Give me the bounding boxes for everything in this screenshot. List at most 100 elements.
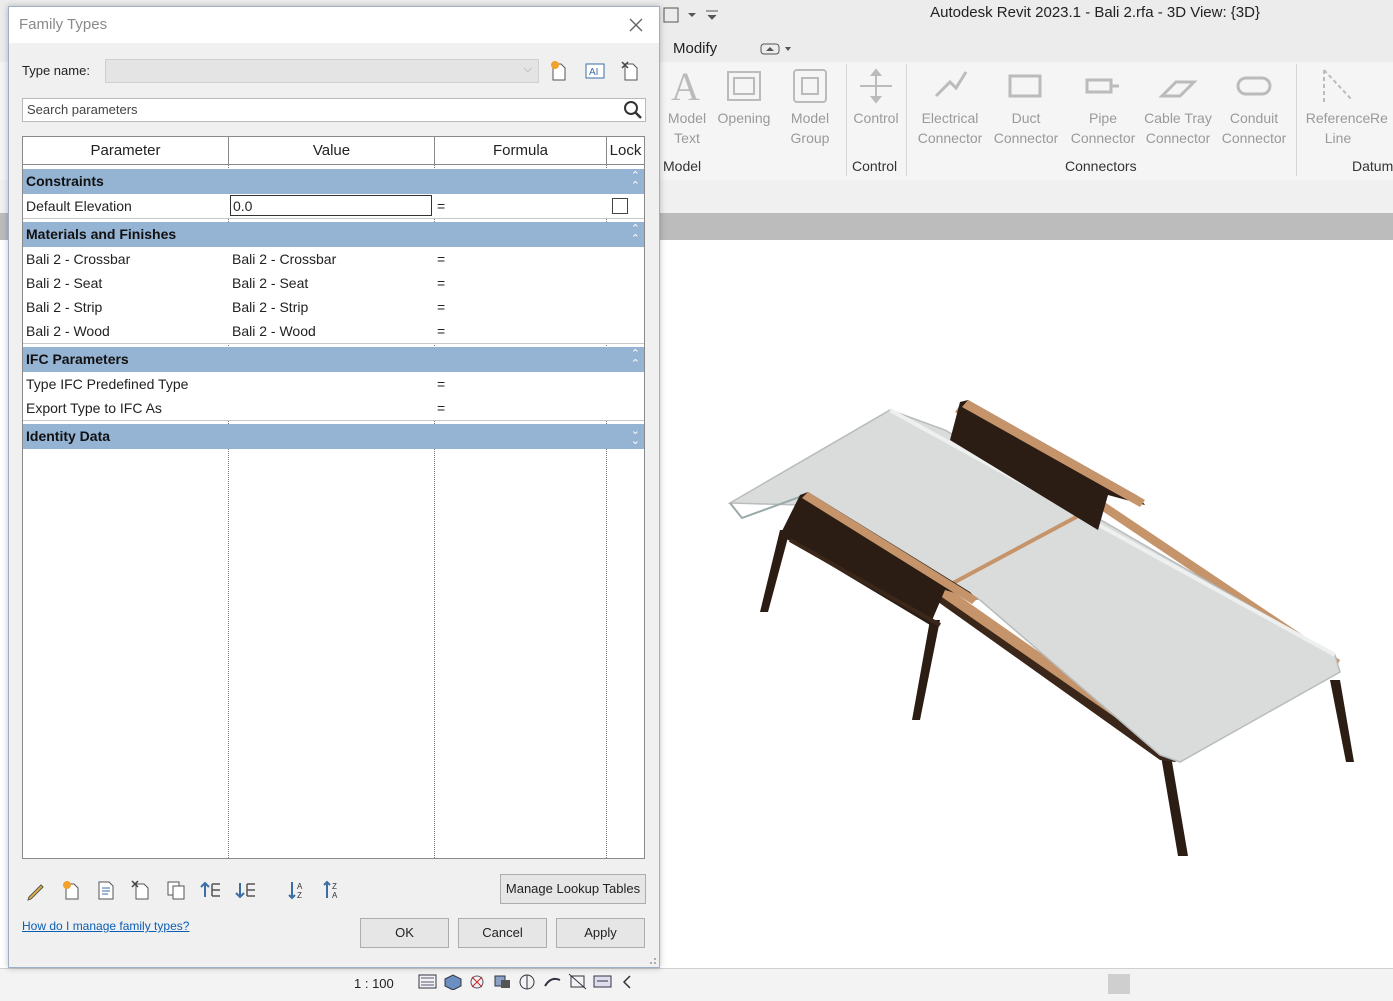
visual-style-icon[interactable]: [443, 973, 462, 991]
parameter-value[interactable]: [232, 372, 432, 396]
close-icon[interactable]: [621, 11, 651, 39]
rename-type-button[interactable]: AI: [582, 59, 608, 83]
formula-cell[interactable]: =: [437, 396, 447, 420]
parameter-value[interactable]: Bali 2 - Crossbar: [232, 247, 432, 271]
table-row[interactable]: Bali 2 - Wood Bali 2 - Wood =: [23, 319, 644, 344]
column-header-value[interactable]: Value: [229, 137, 435, 164]
search-placeholder: Search parameters: [27, 102, 138, 117]
formula-cell[interactable]: =: [437, 319, 447, 343]
ribbon-display-toggle[interactable]: [760, 42, 794, 59]
model-group-icon: [790, 66, 830, 106]
scroll-left-icon[interactable]: [618, 973, 637, 990]
parameter-value[interactable]: [232, 396, 432, 420]
parameter-value[interactable]: Bali 2 - Strip: [232, 295, 432, 319]
detail-level-icon[interactable]: [418, 973, 437, 990]
electrical-connector-button[interactable]: Electrical Connector: [914, 66, 986, 148]
model-group-button[interactable]: Model Group: [774, 66, 846, 148]
pencil-icon: [27, 884, 44, 901]
electrical-connector-label-2: Connector: [917, 130, 983, 146]
tab-modify[interactable]: Modify: [673, 40, 717, 57]
table-row[interactable]: Bali 2 - Crossbar Bali 2 - Crossbar =: [23, 247, 644, 272]
pipe-connector-button[interactable]: Pipe Connector: [1067, 66, 1139, 148]
quick-access-toolbar[interactable]: [660, 4, 720, 30]
edit-parameter-button[interactable]: [24, 879, 48, 901]
control-icon: [856, 66, 896, 106]
table-row[interactable]: Bali 2 - Strip Bali 2 - Strip =: [23, 295, 644, 320]
edit-parameter-properties-button[interactable]: [94, 879, 118, 901]
collapse-up-icon[interactable]: ⌃ ⌃: [631, 349, 640, 370]
crop-view-icon[interactable]: [543, 973, 562, 990]
group-header-constraints[interactable]: Constraints ⌃ ⌃: [23, 169, 644, 194]
table-row[interactable]: Type IFC Predefined Type =: [23, 372, 644, 397]
ribbon-toggle-icon[interactable]: [760, 42, 794, 56]
dialog-titlebar[interactable]: Family Types: [9, 7, 659, 43]
cable-tray-connector-label-2: Connector: [1145, 130, 1211, 146]
delete-type-button[interactable]: [618, 59, 644, 83]
parameter-name: Bali 2 - Crossbar: [26, 251, 131, 267]
family-types-dialog: Family Types Type name: ⌵ AI Search para…: [8, 6, 660, 968]
table-row[interactable]: Bali 2 - Seat Bali 2 - Seat =: [23, 271, 644, 296]
conduit-connector-label-1: Conduit: [1229, 110, 1279, 126]
formula-cell[interactable]: =: [437, 194, 447, 218]
group-header-materials-and-finishes[interactable]: Materials and Finishes ⌃ ⌃: [23, 222, 644, 247]
show-crop-icon[interactable]: [568, 973, 587, 990]
model-group-label-2: Group: [790, 130, 830, 146]
cancel-button[interactable]: Cancel: [458, 918, 547, 948]
manage-lookup-tables-button[interactable]: Manage Lookup Tables: [500, 874, 646, 904]
new-type-button[interactable]: [546, 59, 572, 83]
parameter-value[interactable]: Bali 2 - Wood: [232, 319, 432, 343]
render-icon[interactable]: [518, 973, 537, 990]
formula-cell[interactable]: =: [437, 271, 447, 295]
group-header-identity-data[interactable]: Identity Data ⌄ ⌄: [23, 424, 644, 449]
conduit-connector-button[interactable]: Conduit Connector: [1218, 66, 1290, 148]
pipe-connector-label-1: Pipe: [1088, 110, 1118, 126]
shadows-icon[interactable]: [493, 973, 512, 990]
apply-button[interactable]: Apply: [556, 918, 645, 948]
parameter-value[interactable]: Bali 2 - Seat: [232, 271, 432, 295]
new-parameter-button[interactable]: [59, 879, 83, 901]
reference-line-button[interactable]: Reference Line: [1302, 66, 1374, 148]
reference-line-label-2: Line: [1324, 130, 1352, 146]
sun-path-icon[interactable]: [468, 973, 487, 990]
column-header-formula[interactable]: Formula: [435, 137, 607, 164]
opening-button[interactable]: Opening: [708, 66, 780, 128]
horizontal-scrollbar-thumb[interactable]: [1108, 974, 1130, 994]
default-elevation-value-input[interactable]: 0.0: [230, 195, 432, 216]
column-header-parameter[interactable]: Parameter: [23, 137, 229, 164]
collapse-up-icon[interactable]: ⌃ ⌃: [631, 171, 640, 192]
control-button[interactable]: Control: [840, 66, 912, 128]
quick-access-icons[interactable]: [660, 4, 720, 26]
cable-tray-connector-button[interactable]: Cable Tray Connector: [1142, 66, 1214, 148]
table-row[interactable]: Export Type to IFC As =: [23, 396, 644, 421]
sort-descending-button[interactable]: ZA: [321, 879, 345, 901]
formula-cell[interactable]: =: [437, 247, 447, 271]
move-down-button[interactable]: [234, 879, 258, 901]
parameters-grid: Parameter Value Formula Lock Constraints…: [22, 136, 645, 859]
view-scale[interactable]: 1 : 100: [354, 976, 394, 991]
duct-connector-icon: [1006, 66, 1046, 106]
resize-grip-icon[interactable]: [647, 955, 657, 965]
expand-down-icon[interactable]: ⌄ ⌄: [631, 426, 640, 447]
type-name-dropdown[interactable]: ⌵: [105, 59, 539, 83]
search-icon[interactable]: [623, 100, 643, 120]
group-header-ifc-parameters[interactable]: IFC Parameters ⌃ ⌃: [23, 347, 644, 372]
help-link[interactable]: How do I manage family types?: [22, 919, 189, 933]
formula-cell[interactable]: =: [437, 295, 447, 319]
ok-button[interactable]: OK: [360, 918, 449, 948]
duct-connector-button[interactable]: Duct Connector: [990, 66, 1062, 148]
move-up-button[interactable]: [199, 879, 223, 901]
delete-parameter-button[interactable]: [129, 879, 153, 901]
cable-tray-connector-icon: [1158, 66, 1198, 106]
table-row[interactable]: Default Elevation 0.0 =: [23, 194, 644, 219]
temporary-hide-icon[interactable]: [593, 973, 612, 990]
electrical-connector-label-1: Electrical: [921, 110, 979, 126]
search-parameters-input[interactable]: Search parameters: [22, 98, 646, 122]
parameter-name: Export Type to IFC As: [26, 400, 162, 416]
column-header-lock[interactable]: Lock: [607, 137, 644, 164]
collapse-up-icon[interactable]: ⌃ ⌃: [631, 224, 640, 245]
lock-checkbox[interactable]: [612, 198, 628, 214]
copy-parameter-button[interactable]: [164, 879, 188, 901]
sort-ascending-button[interactable]: AZ: [286, 879, 310, 901]
formula-cell[interactable]: =: [437, 372, 447, 396]
reference-plane-button[interactable]: Re: [1370, 66, 1393, 128]
